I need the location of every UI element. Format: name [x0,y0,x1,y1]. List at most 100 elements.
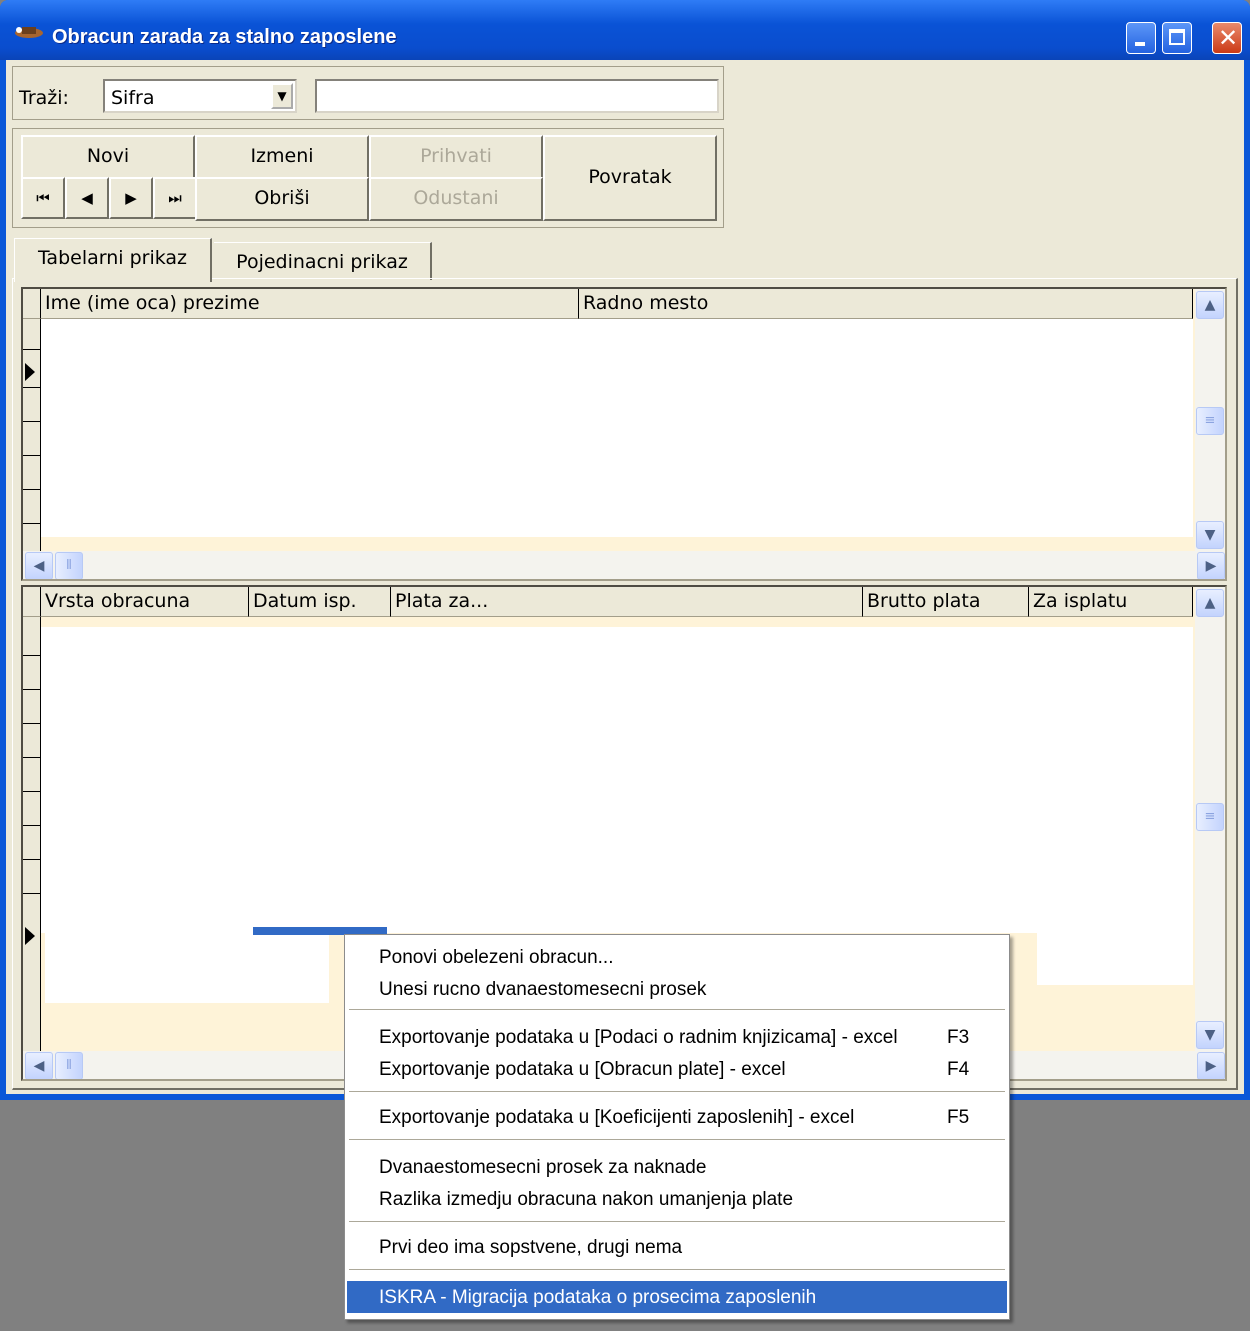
row-divider [23,893,41,894]
menu-separator [349,1009,1005,1011]
title-bar[interactable]: Obracun zarada za stalno zaposlene ✕ [0,0,1250,60]
scroll-thumb[interactable]: ≡ [1196,803,1224,831]
payroll-col-period-label: Plata za... [395,590,489,612]
employees-col-position-label: Radno mesto [583,292,709,314]
scroll-right-icon[interactable]: ▶ [1197,1052,1225,1079]
menu-item-difference-after-reduction[interactable]: Razlika izmedju obracuna nakon umanjenja… [347,1183,1007,1215]
search-input[interactable] [315,79,719,113]
payroll-grid-body-right [1037,933,1193,985]
maximize-icon [1169,29,1185,45]
payroll-row-selector[interactable] [23,587,41,1051]
menu-separator [349,1221,1005,1223]
search-panel: Traži: Sifra ▼ [12,66,724,120]
scroll-right-icon[interactable]: ▶ [1197,552,1225,579]
toolbar-panel: Novi Izmeni Prihvati Povratak ⏮ ◀ ▶ ⏭ Ob… [12,128,724,228]
menu-item-shortcut: F4 [947,1059,970,1080]
next-record-button[interactable]: ▶ [109,177,153,219]
row-divider [23,523,41,524]
menu-item-label: Prvi deo ima sopstvene, drugi nema [379,1237,683,1258]
close-button[interactable]: ✕ [1212,22,1242,54]
app-icon [15,27,43,38]
cancel-button[interactable]: Odustani [369,177,543,221]
menu-item-average-compensation[interactable]: Dvanaestomesecni prosek za naknade [347,1151,1007,1183]
current-row-icon [25,927,35,945]
menu-item-iskra-migration[interactable]: ISKRA - Migracija podataka o prosecima z… [347,1281,1007,1313]
payroll-vscrollbar[interactable]: ▲ ≡ ▼ [1195,587,1225,1051]
payroll-header-corner [23,587,41,617]
last-record-button[interactable]: ⏭ [153,177,197,219]
minimize-button[interactable] [1126,22,1156,54]
tab-single-view[interactable]: Pojedinacni prikaz [214,242,432,280]
menu-item-label: Exportovanje podataka u [Koeficijenti za… [379,1107,855,1128]
payroll-col-net[interactable]: Za isplatu [1029,587,1193,617]
row-divider [23,455,41,456]
search-field-select[interactable]: Sifra ▼ [103,79,297,113]
scroll-up-icon[interactable]: ▲ [1196,291,1224,319]
scroll-up-icon[interactable]: ▲ [1196,589,1224,617]
scroll-thumb[interactable]: ⦀ [55,552,83,579]
employees-col-name[interactable]: Ime (ime oca) prezime [41,289,579,319]
menu-item-label: ISKRA - Migracija podataka o prosecima z… [379,1287,817,1308]
employees-col-position[interactable]: Radno mesto [579,289,1193,319]
edit-button-label: Izmeni [250,145,314,167]
last-record-icon: ⏭ [168,189,182,207]
cancel-button-label: Odustani [413,187,499,209]
menu-item-label: Unesi rucno dvanaestomesecni prosek [379,979,707,1000]
search-field-value: Sifra [111,87,155,109]
edit-button[interactable]: Izmeni [195,135,369,179]
menu-item-export-coefficients[interactable]: Exportovanje podataka u [Koeficijenti za… [347,1101,1007,1133]
scroll-thumb[interactable]: ≡ [1196,407,1224,435]
row-divider [23,689,41,690]
row-divider [23,791,41,792]
payroll-col-date[interactable]: Datum isp. [249,587,391,617]
scroll-left-icon[interactable]: ◀ [25,552,53,579]
employees-grid-body [41,319,1193,537]
scroll-down-icon[interactable]: ▼ [1196,521,1224,549]
row-divider [23,349,41,350]
menu-item-manual-average[interactable]: Unesi rucno dvanaestomesecni prosek [347,973,1007,1005]
first-record-icon: ⏮ [36,189,50,207]
employees-row-selector[interactable] [23,289,41,551]
employees-grid[interactable]: Ime (ime oca) prezime Radno mesto ▲ ≡ ▼ [21,287,1227,581]
accept-button-label: Prihvati [420,145,492,167]
previous-record-button[interactable]: ◀ [65,177,109,219]
accept-button[interactable]: Prihvati [369,135,543,179]
tab-table-view-label: Tabelarni prikaz [37,247,188,269]
menu-item-first-part-own[interactable]: Prvi deo ima sopstvene, drugi nema [347,1231,1007,1263]
scroll-left-icon[interactable]: ◀ [25,1052,53,1079]
tab-table-view[interactable]: Tabelarni prikaz [14,238,212,282]
chevron-down-icon[interactable]: ▼ [271,83,293,109]
payroll-col-gross[interactable]: Brutto plata [863,587,1029,617]
payroll-grid-body [41,627,1193,933]
maximize-button[interactable] [1162,22,1192,54]
row-divider [23,387,41,388]
minimize-icon [1135,42,1145,46]
row-divider [23,489,41,490]
row-divider [23,655,41,656]
employees-hscrollbar[interactable]: ◀ ⦀ ▶ [23,551,1225,579]
new-button[interactable]: Novi [21,135,195,179]
menu-item-label: Ponovi obelezeni obracun... [379,947,614,968]
scroll-thumb[interactable]: ⦀ [55,1052,83,1079]
delete-button[interactable]: Obriši [195,177,369,221]
search-label: Traži: [19,87,69,109]
new-button-label: Novi [86,145,130,167]
employees-header-corner [23,289,41,319]
menu-item-label: Dvanaestomesecni prosek za naknade [379,1157,707,1178]
payroll-col-type[interactable]: Vrsta obracuna [41,587,249,617]
previous-record-icon: ◀ [81,189,93,207]
menu-item-repeat-payroll[interactable]: Ponovi obelezeni obracun... [347,941,1007,973]
payroll-col-period[interactable]: Plata za... [391,587,863,617]
back-button[interactable]: Povratak [543,135,717,221]
context-menu: Ponovi obelezeni obracun... Unesi rucno … [344,934,1010,1320]
payroll-col-gross-label: Brutto plata [867,590,981,612]
row-divider [23,757,41,758]
first-record-button[interactable]: ⏮ [21,177,65,219]
menu-item-shortcut: F5 [947,1107,970,1128]
employees-vscrollbar[interactable]: ▲ ≡ ▼ [1195,289,1225,551]
menu-item-export-workbooks[interactable]: Exportovanje podataka u [Podaci o radnim… [347,1021,1007,1053]
payroll-grid-body-left [45,933,329,1003]
next-record-icon: ▶ [125,189,137,207]
scroll-down-icon[interactable]: ▼ [1196,1021,1224,1049]
menu-item-export-payroll[interactable]: Exportovanje podataka u [Obracun plate] … [347,1053,1007,1085]
